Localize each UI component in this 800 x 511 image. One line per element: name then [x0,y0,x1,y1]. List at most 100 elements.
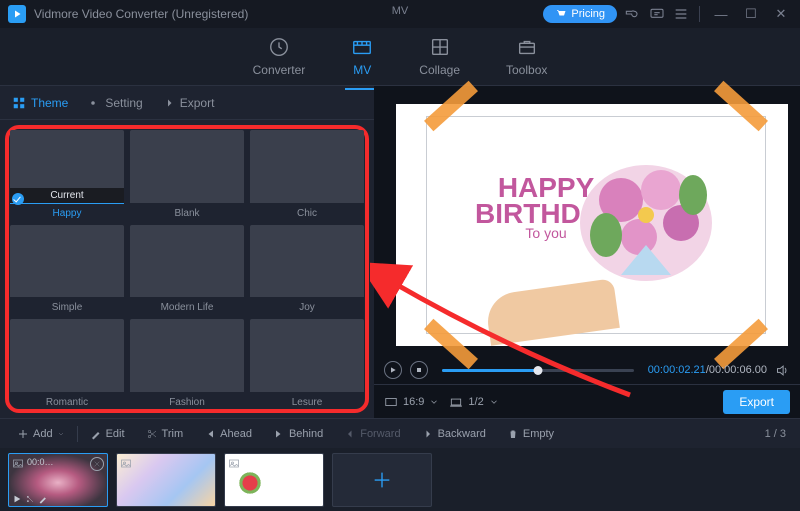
clip-3[interactable] [224,453,324,507]
tab-toolbox-label: Toolbox [506,63,547,77]
image-icon [120,457,132,475]
chevron-down-icon [489,397,499,407]
tab-mv[interactable]: MV [351,36,373,77]
tab-mv-label: MV [351,63,373,77]
left-tab-setting-label: Setting [105,96,142,110]
hand-illustration [484,278,620,346]
theme-label: Modern Life [130,302,244,313]
add-button[interactable]: Add [8,424,74,444]
image-icon [228,457,240,475]
left-tab-theme-label: Theme [31,96,68,110]
ahead-button[interactable]: Ahead [195,424,261,444]
tape-decoration [424,81,478,132]
grid-icon [12,96,26,110]
clip-controls [12,494,48,504]
chevron-right-icon [422,428,434,440]
edit-button[interactable]: Edit [81,424,134,444]
clip-2[interactable] [116,453,216,507]
current-tag: Current [10,188,124,203]
aspect-ratio-selector[interactable]: 16:9 [384,395,439,409]
empty-button[interactable]: Empty [498,424,563,444]
tab-collage[interactable]: Collage [419,36,460,77]
menu-icon[interactable] [673,6,689,22]
pricing-label: Pricing [571,8,605,20]
gear-icon [86,96,100,110]
seek-slider[interactable] [442,369,634,372]
theme-fashion[interactable]: Fashion [130,319,244,408]
fit-icon [449,395,463,409]
wand-icon [90,428,102,440]
fit-value: 1/2 [468,396,483,408]
clip-1[interactable]: 00:0… [8,453,108,507]
app-title: Vidmore Video Converter (Unregistered) [34,7,248,21]
tab-toolbox[interactable]: Toolbox [506,36,547,77]
fit-selector[interactable]: 1/2 [449,395,498,409]
theme-chic[interactable]: Chic [250,130,364,219]
theme-blank[interactable]: Blank [130,130,244,219]
close-button[interactable]: ✕ [770,6,792,22]
plus-icon [371,469,393,491]
add-clip-button[interactable] [332,453,432,507]
stop-button[interactable] [410,361,428,379]
app-logo [8,5,26,23]
image-icon [12,457,24,475]
message-icon[interactable] [649,6,665,22]
preview-panel: HAPPY BIRTHDAY To you [374,86,800,418]
left-panel: Theme Setting Export Current Happy Blank… [0,86,374,418]
cart-icon [555,8,567,20]
theme-label: Happy [10,208,124,219]
player-bar: 00:00:02.21/00:00:06.00 [374,356,800,384]
trash-icon [507,428,519,440]
title-bar: Vidmore Video Converter (Unregistered) M… [0,0,800,28]
tape-decoration [714,81,768,132]
maximize-button[interactable]: ☐ [740,6,762,22]
left-tab-export[interactable]: Export [161,96,215,110]
tab-converter[interactable]: Converter [253,36,306,77]
timeline: 00:0… [0,448,800,511]
trim-button[interactable]: Trim [137,424,193,444]
page-indicator: 1 / 3 [765,428,792,440]
volume-icon[interactable] [775,363,790,378]
skip-end-icon [273,428,285,440]
behind-button[interactable]: Behind [264,424,332,444]
left-tab-setting[interactable]: Setting [86,96,142,110]
pricing-button[interactable]: Pricing [543,5,617,23]
preview-frame: HAPPY BIRTHDAY To you [426,116,766,334]
ratio-bar: 16:9 1/2 Export [374,384,800,418]
mv-icon [351,36,373,58]
minimize-button[interactable]: — [710,7,732,22]
clip-remove-button[interactable] [90,457,104,471]
aspect-value: 16:9 [403,396,424,408]
theme-modern-life[interactable]: Modern Life [130,225,244,314]
theme-joy[interactable]: Joy [250,225,364,314]
skip-start-icon [204,428,216,440]
theme-happy[interactable]: Current Happy [10,130,124,219]
collage-icon [429,36,451,58]
left-tab-theme[interactable]: Theme [12,96,68,110]
chevron-down-icon [429,397,439,407]
toolbox-icon [516,36,538,58]
export-icon [161,96,175,110]
theme-label: Joy [250,302,364,313]
play-icon[interactable] [12,494,22,504]
chevron-down-icon [57,430,65,438]
theme-label: Chic [250,208,364,219]
play-button[interactable] [384,361,402,379]
theme-romantic[interactable]: Romantic [10,319,124,408]
theme-lesure[interactable]: Lesure [250,319,364,408]
clip-toolbar: Add Edit Trim Ahead Behind Forward Backw… [0,418,800,448]
chevron-left-icon [344,428,356,440]
scissors-icon [146,428,158,440]
theme-simple[interactable]: Simple [10,225,124,314]
theme-label: Lesure [250,397,364,408]
left-tab-bar: Theme Setting Export [0,86,374,120]
clip-time: 00:0… [27,457,54,467]
backward-button[interactable]: Backward [413,424,495,444]
forward-button[interactable]: Forward [335,424,409,444]
theme-label: Blank [130,208,244,219]
aspect-icon [384,395,398,409]
key-icon[interactable] [625,6,641,22]
export-button[interactable]: Export [723,390,790,414]
trim-icon[interactable] [25,494,35,504]
edit-icon[interactable] [38,494,48,504]
